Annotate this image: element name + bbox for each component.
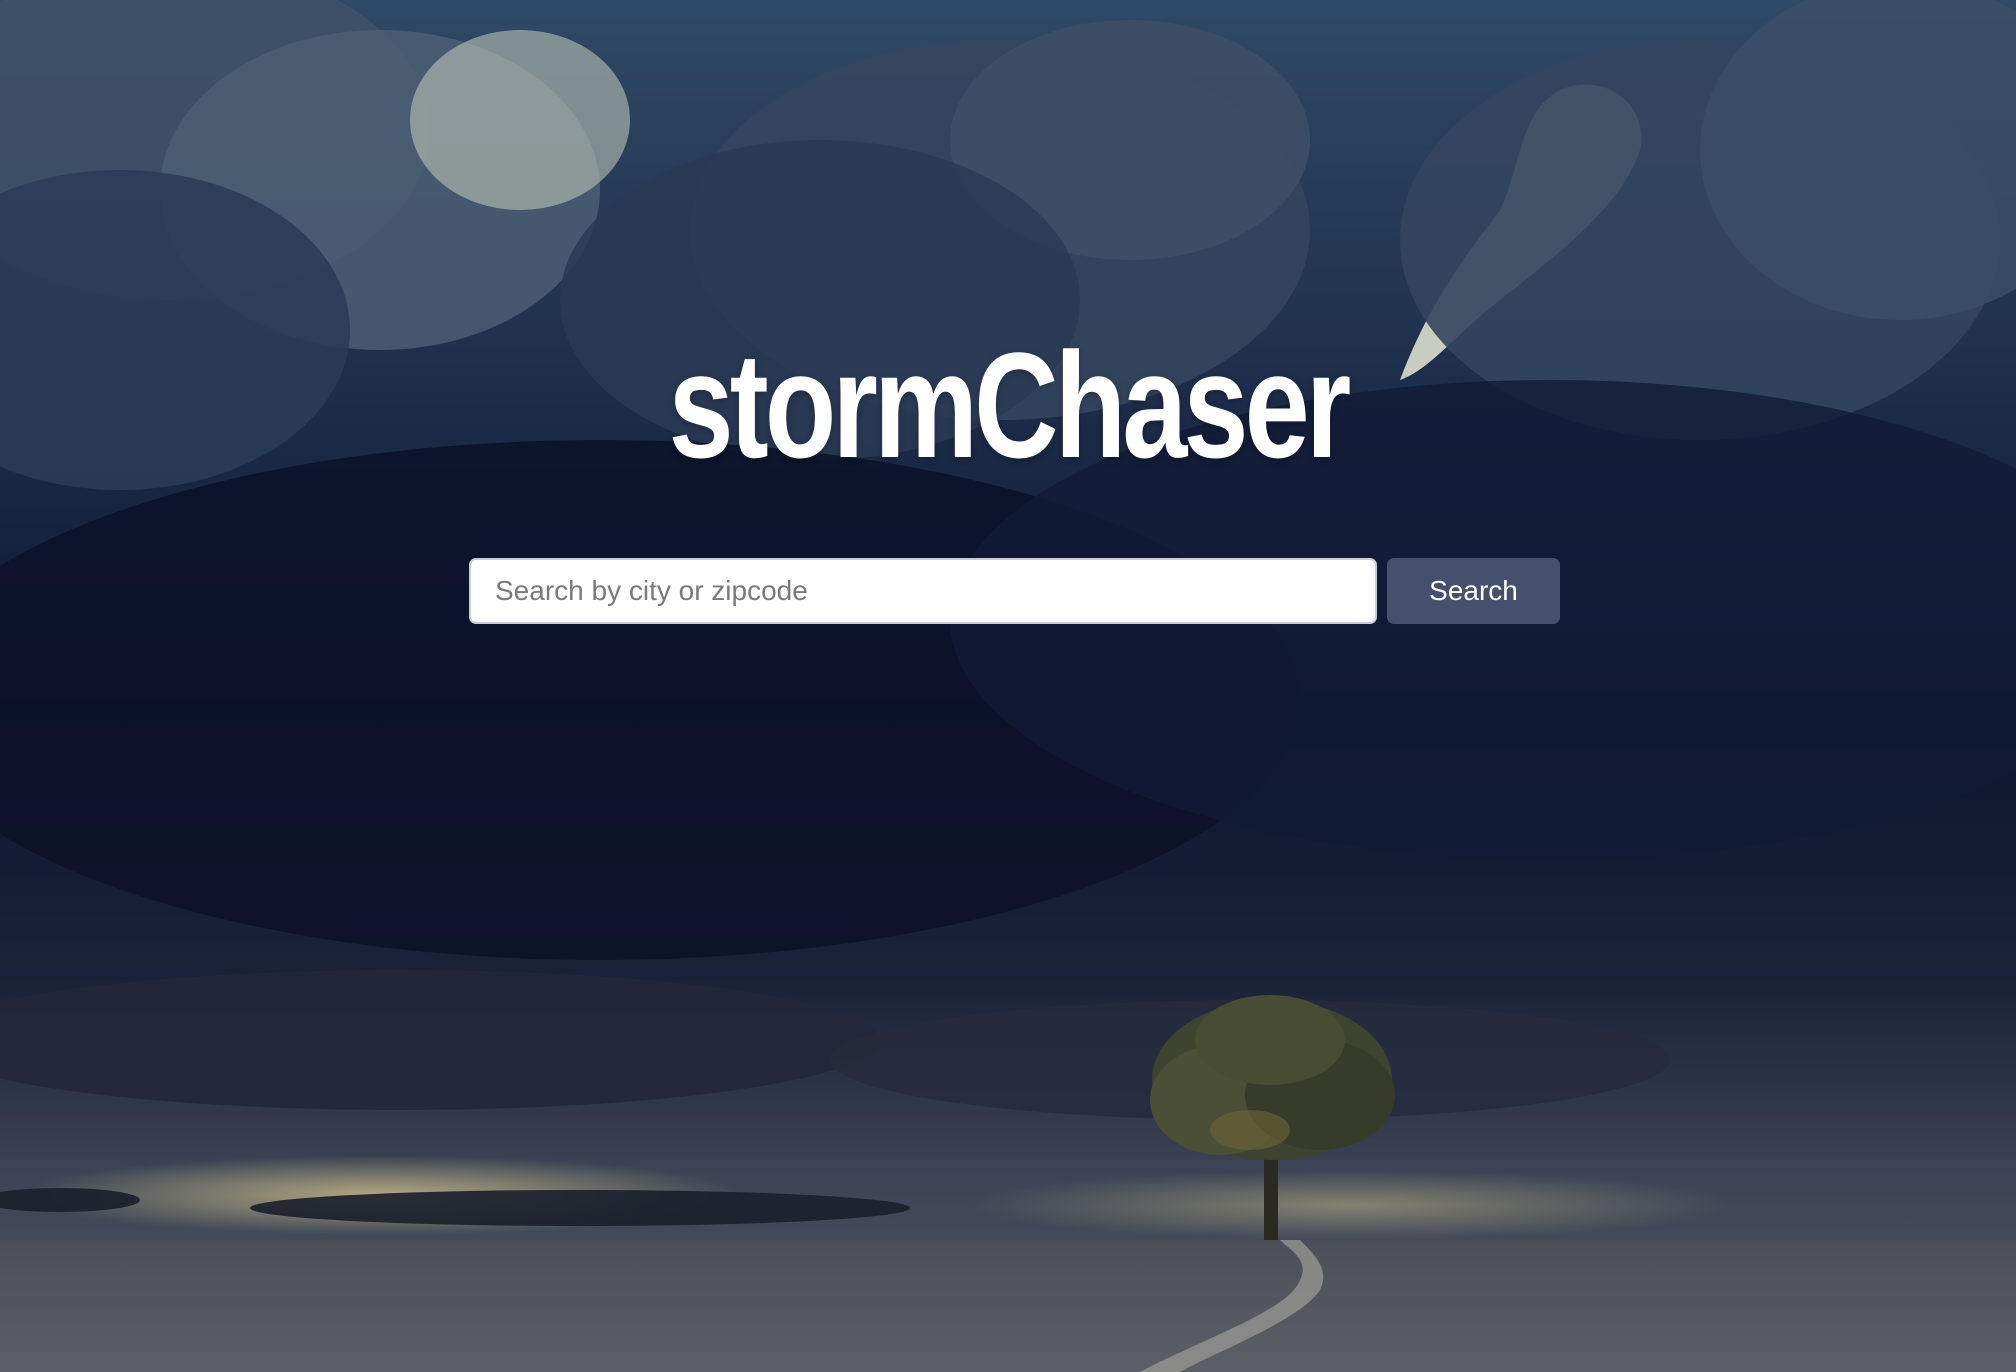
search-input[interactable] <box>469 558 1377 624</box>
search-form: Search <box>469 558 1560 624</box>
storm-background-image <box>0 0 2016 1372</box>
search-button[interactable]: Search <box>1387 558 1560 624</box>
app-title: stormChaser <box>668 321 1352 489</box>
page: stormChaser Search <box>0 0 2016 1372</box>
